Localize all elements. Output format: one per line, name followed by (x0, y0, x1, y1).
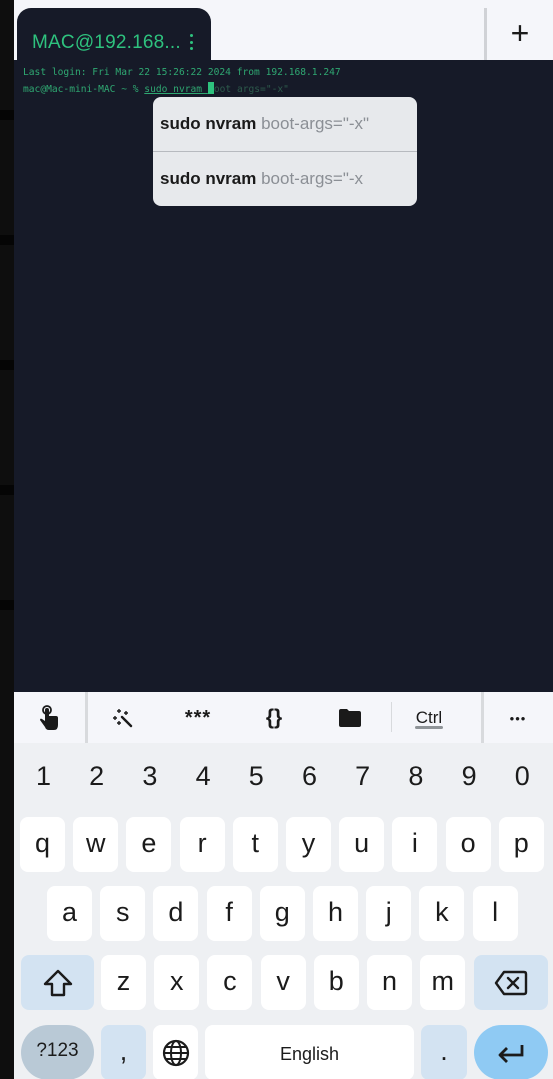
shift-key[interactable] (21, 955, 94, 1010)
symbols-key[interactable]: ?123 (21, 1025, 94, 1079)
space-label: English (279, 1044, 340, 1064)
letter-key[interactable]: k (419, 886, 465, 941)
divider (85, 692, 88, 743)
terminal-prompt-line: mac@Mac-mini-MAC ~ % sudo nvram oot args… (23, 82, 289, 95)
letter-key[interactable]: w (73, 817, 119, 872)
letter-key[interactable]: d (153, 886, 199, 941)
letter-key[interactable]: c (207, 955, 253, 1010)
number-key[interactable]: 0 (496, 756, 549, 796)
number-key[interactable]: 7 (336, 756, 389, 796)
letter-key[interactable]: p (498, 817, 544, 872)
language-key[interactable] (153, 1025, 198, 1079)
letter-key[interactable]: y (286, 817, 331, 872)
letter-key[interactable]: r (179, 817, 225, 872)
number-key[interactable]: 2 (70, 756, 123, 796)
globe-icon (162, 1039, 189, 1066)
suggestion-rest: boot-args="-x" (256, 114, 370, 133)
more-vert-icon[interactable] (186, 31, 196, 53)
snippets-button[interactable]: {} (254, 700, 294, 736)
background-band (0, 360, 14, 370)
terminal-line: Last login: Fri Mar 22 15:26:22 2024 fro… (23, 67, 341, 78)
suggestion-item[interactable]: sudo nvram boot-args="-x" (153, 97, 417, 151)
magic-wand-icon (113, 709, 133, 728)
letter-key[interactable]: f (206, 886, 252, 941)
suggestion-item[interactable]: sudo nvram boot-args="-x (153, 152, 417, 206)
ctrl-indicator (415, 726, 443, 729)
extra-keys-bar: *** {} Ctrl ••• (14, 692, 553, 743)
backspace-key[interactable] (474, 955, 548, 1010)
number-key[interactable]: 5 (230, 756, 283, 796)
letter-key[interactable]: e (126, 817, 172, 872)
number-key[interactable]: 6 (283, 756, 336, 796)
autocomplete-popup: sudo nvram boot-args="-x" sudo nvram boo… (153, 97, 417, 206)
letter-key[interactable]: m (420, 955, 466, 1010)
tab-bar: MAC@192.168... + (14, 0, 553, 61)
background-band (0, 110, 14, 120)
letter-key[interactable]: v (260, 955, 306, 1010)
number-key[interactable]: 8 (389, 756, 442, 796)
letter-key[interactable]: q (20, 817, 65, 872)
letter-key[interactable]: b (313, 955, 359, 1010)
background-strip (0, 0, 14, 1079)
period-key[interactable]: . (421, 1025, 467, 1079)
touch-mode-button[interactable] (30, 700, 68, 736)
background-band (0, 235, 14, 245)
prompt: mac@Mac-mini-MAC ~ % (23, 84, 145, 95)
letter-key[interactable]: n (367, 955, 412, 1010)
number-key[interactable]: 4 (177, 756, 230, 796)
letter-key[interactable]: j (366, 886, 412, 941)
suggestion-rest: boot-args="-x (256, 169, 364, 188)
more-keys-button[interactable]: ••• (500, 700, 536, 736)
number-key[interactable]: 1 (17, 756, 70, 796)
folder-icon (339, 709, 361, 727)
enter-key[interactable] (474, 1025, 548, 1079)
letter-key[interactable]: s (100, 886, 146, 941)
password-button[interactable]: *** (176, 700, 220, 736)
shift-icon (43, 969, 72, 996)
divider (391, 702, 392, 732)
suggestion-match: sudo nvram (160, 169, 257, 188)
typed-command: sudo nvram (144, 84, 208, 95)
letter-key[interactable]: i (392, 817, 438, 872)
ctrl-button[interactable]: Ctrl (409, 700, 449, 736)
letter-key[interactable]: a (47, 886, 92, 941)
terminal-app: MAC@192.168... + Last login: Fri Mar 22 … (14, 0, 553, 1079)
letter-key[interactable]: u (339, 817, 385, 872)
new-tab-button[interactable]: + (498, 12, 542, 54)
soft-keyboard: 1234567890 qwertyuiop asdfghjkl zxcvbnm … (14, 743, 553, 1079)
space-key[interactable]: English (205, 1025, 414, 1079)
ghost-completion: oot args="-x" (213, 84, 289, 95)
magic-button[interactable] (105, 700, 141, 736)
letter-key[interactable]: x (154, 955, 200, 1010)
letter-key[interactable]: h (313, 886, 358, 941)
letter-key[interactable]: o (445, 817, 491, 872)
sftp-button[interactable] (332, 700, 368, 736)
letter-key[interactable]: g (259, 886, 305, 941)
letter-key[interactable]: z (101, 955, 146, 1010)
letter-key[interactable]: l (472, 886, 518, 941)
touch-hand-icon (40, 705, 58, 730)
comma-key[interactable]: , (101, 1025, 146, 1079)
tab-title: MAC@192.168... (32, 32, 181, 53)
background-band (0, 600, 14, 610)
background-band (0, 485, 14, 495)
enter-icon (498, 1044, 524, 1063)
backspace-icon (494, 970, 528, 995)
ctrl-label: Ctrl (415, 708, 443, 727)
suggestion-match: sudo nvram (160, 114, 257, 133)
number-key[interactable]: 3 (123, 756, 176, 796)
number-key[interactable]: 9 (443, 756, 496, 796)
session-tab[interactable]: MAC@192.168... (17, 8, 211, 61)
divider (481, 692, 484, 743)
letter-key[interactable]: t (232, 817, 278, 872)
tab-divider (484, 8, 487, 60)
